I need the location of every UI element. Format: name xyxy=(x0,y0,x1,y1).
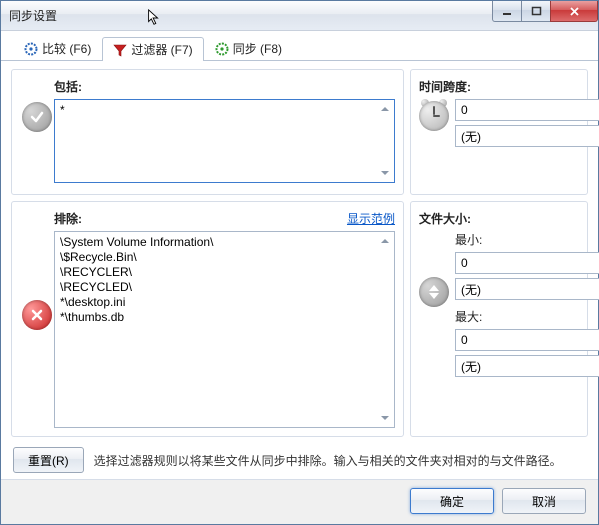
clock-icon xyxy=(419,101,449,131)
timespan-unit-combo[interactable]: (无) xyxy=(455,125,599,147)
cancel-button[interactable]: 取消 xyxy=(502,488,586,514)
timespan-spinner xyxy=(455,99,599,121)
show-example-link[interactable]: 显示范例 xyxy=(347,210,395,227)
cursor-icon xyxy=(147,9,161,27)
minimize-button[interactable] xyxy=(492,1,522,22)
x-circle-icon xyxy=(22,300,52,330)
include-textarea[interactable] xyxy=(55,100,394,182)
min-spinner xyxy=(455,252,599,274)
updown-circle-icon xyxy=(419,277,449,307)
ok-label: 确定 xyxy=(440,493,464,510)
include-label: 包括: xyxy=(54,78,395,95)
clock-icon-slot xyxy=(419,99,449,133)
titlebar[interactable]: 同步设置 xyxy=(1,1,598,31)
tab-label: 过滤器 (F7) xyxy=(131,41,192,58)
exclude-textarea[interactable] xyxy=(55,232,394,427)
combo-value: (无) xyxy=(456,126,599,146)
min-label: 最小: xyxy=(455,231,599,248)
tab-filter[interactable]: 过滤器 (F7) xyxy=(102,37,203,61)
hint-text: 选择过滤器规则以将某些文件从同步中排除。输入与相关的文件夹对相对的与文件路径。 xyxy=(94,452,586,469)
max-unit-combo[interactable]: (无) xyxy=(455,355,599,377)
tab-strip: 比较 (F6) 过滤器 (F7) 同步 (F8) xyxy=(1,31,598,61)
exclude-group: 排除: 显示范例 xyxy=(11,201,404,437)
max-value-input[interactable] xyxy=(455,329,599,351)
include-group: 包括: xyxy=(11,69,404,195)
tab-compare[interactable]: 比较 (F6) xyxy=(13,36,102,60)
window-title: 同步设置 xyxy=(9,7,57,24)
combo-value: (无) xyxy=(456,279,599,299)
right-column: 时间跨度: xyxy=(410,69,588,437)
filter-panel: 包括: xyxy=(1,61,598,441)
combo-value: (无) xyxy=(456,356,599,376)
tab-sync[interactable]: 同步 (F8) xyxy=(204,36,293,60)
exclude-label: 排除: xyxy=(54,210,82,227)
client-area: 比较 (F6) 过滤器 (F7) 同步 (F8) xyxy=(1,31,598,524)
reset-label: 重置(R) xyxy=(28,452,69,469)
tab-label: 同步 (F8) xyxy=(233,40,282,57)
max-spinner xyxy=(455,329,599,351)
timespan-value-input[interactable] xyxy=(455,99,599,121)
exclude-textarea-wrap xyxy=(54,231,395,428)
footer-strip: 重置(R) 选择过滤器规则以将某些文件从同步中排除。输入与相关的文件夹对相对的与… xyxy=(1,441,598,479)
include-textarea-wrap xyxy=(54,99,395,183)
max-label: 最大: xyxy=(455,308,599,325)
left-column: 包括: xyxy=(11,69,404,437)
ok-button[interactable]: 确定 xyxy=(410,488,494,514)
exclude-icon-slot xyxy=(20,210,54,428)
gear-green-icon xyxy=(215,42,229,56)
timespan-group: 时间跨度: xyxy=(410,69,588,195)
timespan-label: 时间跨度: xyxy=(419,78,579,95)
gear-icon xyxy=(24,42,38,56)
sync-settings-window: 同步设置 比较 (F6) 过滤器 (F7) 同步 (F8) xyxy=(0,0,599,525)
filesize-label: 文件大小: xyxy=(419,210,579,227)
cancel-label: 取消 xyxy=(532,493,556,510)
filesize-group: 文件大小: 最小: xyxy=(410,201,588,437)
check-circle-icon xyxy=(22,102,52,132)
dialog-buttons: 确定 取消 xyxy=(1,479,598,524)
close-button[interactable] xyxy=(550,1,598,22)
include-icon-slot xyxy=(20,78,54,186)
window-controls xyxy=(493,1,598,22)
funnel-icon xyxy=(113,43,127,57)
filesize-icon-slot xyxy=(419,231,449,307)
min-unit-combo[interactable]: (无) xyxy=(455,278,599,300)
reset-button[interactable]: 重置(R) xyxy=(13,447,84,473)
tab-label: 比较 (F6) xyxy=(42,40,91,57)
maximize-button[interactable] xyxy=(521,1,551,22)
min-value-input[interactable] xyxy=(455,252,599,274)
